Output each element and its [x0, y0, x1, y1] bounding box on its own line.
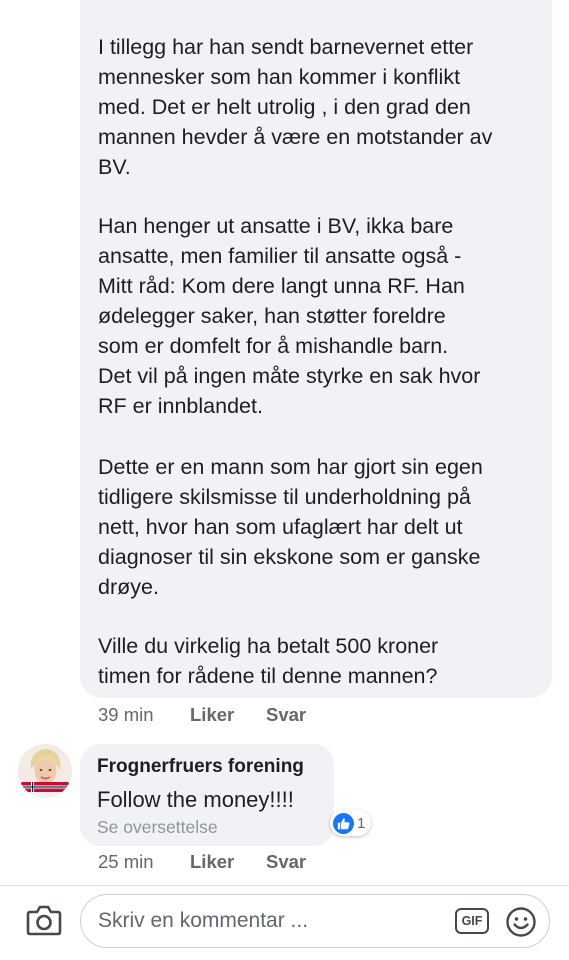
- comment-text: Follow the money!!!!: [97, 787, 294, 812]
- reaction-count[interactable]: 1: [330, 810, 372, 836]
- comment-input-placeholder: Skriv en kommentar ...: [98, 909, 309, 932]
- comment-paragraph: Dette er en mann som har gjort sin egen …: [98, 455, 483, 599]
- reaction-count-label: 1: [357, 814, 366, 832]
- reply-button[interactable]: Svar: [266, 851, 306, 873]
- emoji-icon[interactable]: [505, 906, 537, 938]
- comment-bubble: Frognerfruers forening Follow the money!…: [80, 744, 334, 846]
- comment-actions: 39 min Liker Svar: [98, 703, 306, 727]
- comment-timestamp: 39 min: [98, 704, 154, 725]
- camera-icon[interactable]: [26, 903, 62, 937]
- comment-paragraph: I tillegg har han sendt barnevernet ette…: [98, 35, 493, 179]
- comment-paragraph: Han henger ut ansatte i BV, ikka bare an…: [98, 214, 481, 418]
- like-icon: [333, 812, 354, 834]
- comment-input[interactable]: Skriv en kommentar ... GIF: [80, 894, 550, 948]
- comment-actions: 25 min Liker Svar: [98, 850, 306, 874]
- gif-button[interactable]: GIF: [455, 908, 489, 934]
- comment-paragraph: Ville du virkelig ha betalt 500 kroner t…: [98, 634, 439, 688]
- comment-timestamp: 25 min: [98, 851, 154, 872]
- comment-bubble: I tillegg har han sendt barnevernet ette…: [80, 0, 552, 698]
- divider: [0, 885, 569, 886]
- like-button[interactable]: Liker: [190, 704, 266, 726]
- reply-button[interactable]: Svar: [266, 704, 306, 726]
- comment-author[interactable]: Frognerfruers forening: [97, 756, 304, 778]
- avatar[interactable]: [18, 744, 72, 798]
- like-button[interactable]: Liker: [190, 851, 266, 873]
- see-translation-link[interactable]: Se oversettelse: [97, 817, 218, 838]
